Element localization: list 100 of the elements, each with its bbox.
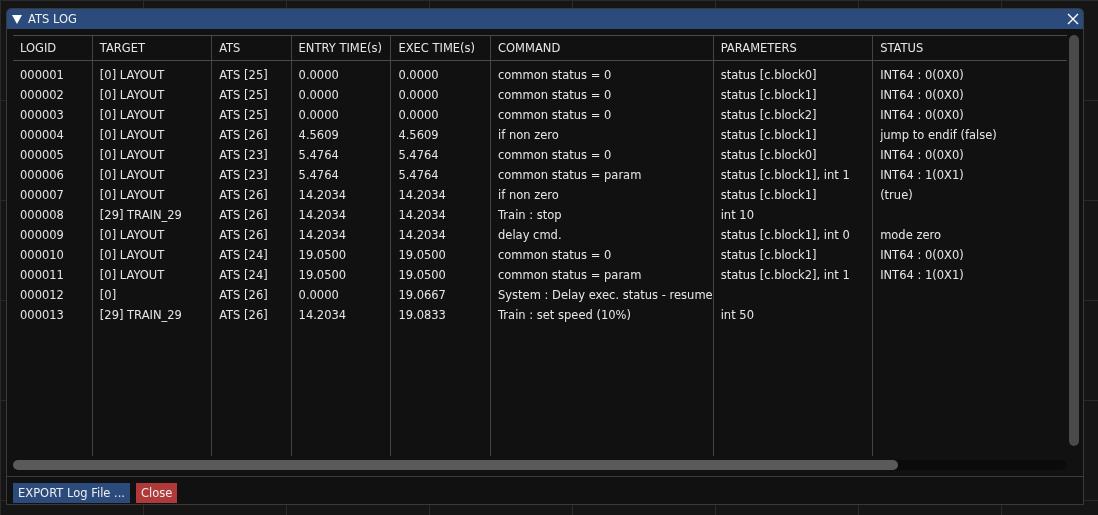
table-cell: [0] [99, 288, 117, 302]
column-header[interactable]: ATS [211, 35, 292, 61]
table-cell: [0] LAYOUT [99, 168, 165, 182]
table-cell: [29] TRAIN_29 [99, 308, 182, 322]
column-header[interactable]: TARGET [92, 35, 212, 61]
table-cell: jump to endif (false) [880, 128, 997, 142]
table-cell: 5.4764 [298, 168, 339, 182]
collapse-icon[interactable] [12, 14, 22, 24]
table-cell: 000007 [20, 188, 64, 202]
table-cell: [0] LAYOUT [99, 88, 165, 102]
table-cell: status [c.block1] [720, 128, 817, 142]
close-button[interactable]: Close [136, 483, 178, 503]
table-cell: 14.2034 [398, 228, 446, 242]
table-cell: 0.0000 [298, 288, 339, 302]
table-cell: 000001 [20, 68, 64, 82]
column-header[interactable]: STATUS [872, 35, 1067, 61]
table-cell: 19.0500 [298, 248, 347, 262]
table-cell: ATS [25] [219, 108, 268, 122]
column-header[interactable]: COMMAND [490, 35, 714, 61]
table-cell: common status = 0 [498, 88, 612, 102]
table-cell: (true) [880, 188, 913, 202]
table-cell: common status = 0 [498, 148, 612, 162]
table-cell: ATS [26] [219, 308, 268, 322]
table-cell: INT64 : 0(0X0) [880, 88, 964, 102]
table-cell: 14.2034 [398, 188, 446, 202]
column-header[interactable]: PARAMETERS [713, 35, 873, 61]
table-cell: [0] LAYOUT [99, 148, 165, 162]
table-cell: 000010 [20, 248, 64, 262]
table-cell: ATS [23] [219, 148, 268, 162]
table-cell: status [c.block1] [720, 88, 817, 102]
table-cell: 000012 [20, 288, 64, 302]
table-cell: 000003 [20, 108, 64, 122]
table-cell: 14.2034 [298, 228, 347, 242]
table-cell: 14.2034 [298, 308, 347, 322]
table-cell: Train : set speed (10%) [498, 308, 631, 322]
table-cell: delay cmd. [498, 228, 562, 242]
table-cell: 000005 [20, 148, 64, 162]
table-cell: 4.5609 [398, 128, 439, 142]
table-cell: ATS [24] [219, 248, 268, 262]
window-title: ATS LOG [28, 12, 78, 26]
table-cell: System : Delay exec. status - resume [498, 288, 713, 302]
table-cell: INT64 : 0(0X0) [880, 248, 964, 262]
table-cell: [0] LAYOUT [99, 108, 165, 122]
table-cell: [29] TRAIN_29 [99, 208, 182, 222]
table-cell: 19.0500 [298, 268, 347, 282]
export-button[interactable]: EXPORT Log File ... [13, 483, 131, 503]
table-cell: status [c.block1] [720, 188, 817, 202]
table-cell: [0] LAYOUT [99, 268, 165, 282]
table-cell: 0.0000 [298, 88, 339, 102]
table-cell: 0.0000 [298, 68, 339, 82]
table-cell: Train : stop [498, 208, 562, 222]
table-cell: 19.0667 [398, 288, 446, 302]
table-cell: ATS [24] [219, 268, 268, 282]
table-cell: if non zero [498, 128, 559, 142]
table-cell: [0] LAYOUT [99, 128, 165, 142]
table-cell: status [c.block0] [720, 148, 817, 162]
close-icon[interactable] [1067, 13, 1079, 25]
vertical-scrollbar[interactable] [1069, 35, 1079, 446]
table-cell: 000002 [20, 88, 64, 102]
table-cell: 19.0500 [398, 248, 446, 262]
table-cell: 000013 [20, 308, 64, 322]
column-header[interactable]: LOGID [13, 35, 93, 61]
table-cell: 000004 [20, 128, 64, 142]
table-cell: ATS [25] [219, 88, 268, 102]
table-cell: [0] LAYOUT [99, 188, 165, 202]
table-cell: 0.0000 [298, 108, 339, 122]
table-cell: status [c.block0] [720, 68, 817, 82]
column-header[interactable]: EXEC TIME(s) [390, 35, 491, 61]
table-cell: 0.0000 [398, 88, 439, 102]
table-cell: ATS [26] [219, 208, 268, 222]
table-cell: if non zero [498, 188, 559, 202]
table-cell: int 50 [720, 308, 754, 322]
table-cell: int 10 [720, 208, 754, 222]
table-cell: mode zero [880, 228, 942, 242]
table-cell: status [c.block1], int 0 [720, 228, 850, 242]
table-cell: 0.0000 [398, 68, 439, 82]
table-cell: common status = 0 [498, 248, 612, 262]
table-cell: status [c.block2], int 1 [720, 268, 850, 282]
table-cell: INT64 : 0(0X0) [880, 68, 964, 82]
table-cell: 000008 [20, 208, 64, 222]
table-cell: 5.4764 [398, 148, 439, 162]
table-cell: 5.4764 [398, 168, 439, 182]
table-cell: INT64 : 1(0X1) [880, 168, 964, 182]
table-cell: 000011 [20, 268, 64, 282]
horizontal-scrollbar[interactable] [13, 460, 1067, 470]
table-cell: 14.2034 [298, 208, 347, 222]
table-cell: 5.4764 [298, 148, 339, 162]
table-cell: status [c.block2] [720, 108, 817, 122]
table-cell: 14.2034 [298, 188, 347, 202]
table-cell: ATS [23] [219, 168, 268, 182]
table-cell: 19.0500 [398, 268, 446, 282]
table-cell: ATS [26] [219, 188, 268, 202]
table-cell: [0] LAYOUT [99, 68, 165, 82]
table-cell: INT64 : 0(0X0) [880, 148, 964, 162]
table-cell: ATS [26] [219, 228, 268, 242]
table-cell: 4.5609 [298, 128, 339, 142]
table-cell: [0] LAYOUT [99, 228, 165, 242]
table-cell: 19.0833 [398, 308, 446, 322]
table-cell: ATS [26] [219, 128, 268, 142]
column-header[interactable]: ENTRY TIME(s) [291, 35, 391, 61]
